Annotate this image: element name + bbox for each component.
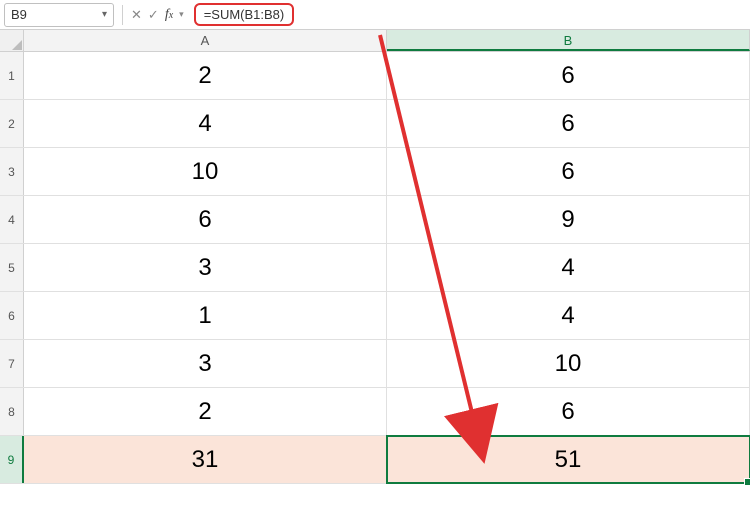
formula-bar: B9 ▾ ✕ ✓ fx ▾ =SUM(B1:B8) xyxy=(0,0,750,30)
cell-A8[interactable]: 2 xyxy=(24,388,387,435)
chevron-down-icon[interactable]: ▾ xyxy=(102,9,107,20)
divider xyxy=(122,5,123,25)
cell-A6[interactable]: 1 xyxy=(24,292,387,339)
row-header-4[interactable]: 4 xyxy=(0,196,24,243)
cancel-icon[interactable]: ✕ xyxy=(131,7,142,23)
row-header-9[interactable]: 9 xyxy=(0,436,24,483)
cell-A5[interactable]: 3 xyxy=(24,244,387,291)
row-header-5[interactable]: 5 xyxy=(0,244,24,291)
row-9: 9 31 51 xyxy=(0,436,750,484)
row-6: 6 1 4 xyxy=(0,292,750,340)
col-header-A[interactable]: A xyxy=(24,30,387,51)
cell-B4[interactable]: 9 xyxy=(387,196,750,243)
row-7: 7 3 10 xyxy=(0,340,750,388)
cell-B3[interactable]: 6 xyxy=(387,148,750,195)
row-5: 5 3 4 xyxy=(0,244,750,292)
cell-B6[interactable]: 4 xyxy=(387,292,750,339)
row-8: 8 2 6 xyxy=(0,388,750,436)
cell-A9[interactable]: 31 xyxy=(24,436,387,483)
row-header-7[interactable]: 7 xyxy=(0,340,24,387)
cell-A2[interactable]: 4 xyxy=(24,100,387,147)
chevron-down-icon[interactable]: ▾ xyxy=(179,9,184,20)
row-header-1[interactable]: 1 xyxy=(0,52,24,99)
cell-A1[interactable]: 2 xyxy=(24,52,387,99)
row-2: 2 4 6 xyxy=(0,100,750,148)
name-box[interactable]: B9 ▾ xyxy=(4,3,114,27)
cell-A4[interactable]: 6 xyxy=(24,196,387,243)
cell-B5[interactable]: 4 xyxy=(387,244,750,291)
cell-A3[interactable]: 10 xyxy=(24,148,387,195)
column-header-row: A B xyxy=(0,30,750,52)
row-header-2[interactable]: 2 xyxy=(0,100,24,147)
name-box-value: B9 xyxy=(11,7,102,22)
row-1: 1 2 6 xyxy=(0,52,750,100)
formula-text: =SUM(B1:B8) xyxy=(204,7,285,22)
formula-input[interactable]: =SUM(B1:B8) xyxy=(194,3,295,26)
row-4: 4 6 9 xyxy=(0,196,750,244)
accept-icon[interactable]: ✓ xyxy=(148,7,159,23)
cell-B2[interactable]: 6 xyxy=(387,100,750,147)
row-header-3[interactable]: 3 xyxy=(0,148,24,195)
formula-controls: ✕ ✓ fx ▾ xyxy=(127,7,188,23)
spreadsheet: A B 1 2 6 2 4 6 3 10 6 4 6 9 5 3 4 6 1 4… xyxy=(0,30,750,484)
cell-B7[interactable]: 10 xyxy=(387,340,750,387)
cell-B1[interactable]: 6 xyxy=(387,52,750,99)
cell-B9[interactable]: 51 xyxy=(387,436,750,483)
row-header-8[interactable]: 8 xyxy=(0,388,24,435)
row-header-6[interactable]: 6 xyxy=(0,292,24,339)
cell-A7[interactable]: 3 xyxy=(24,340,387,387)
row-3: 3 10 6 xyxy=(0,148,750,196)
col-header-B[interactable]: B xyxy=(387,30,750,51)
cell-B8[interactable]: 6 xyxy=(387,388,750,435)
select-all-corner[interactable] xyxy=(0,30,24,51)
fx-icon[interactable]: fx xyxy=(165,7,173,23)
